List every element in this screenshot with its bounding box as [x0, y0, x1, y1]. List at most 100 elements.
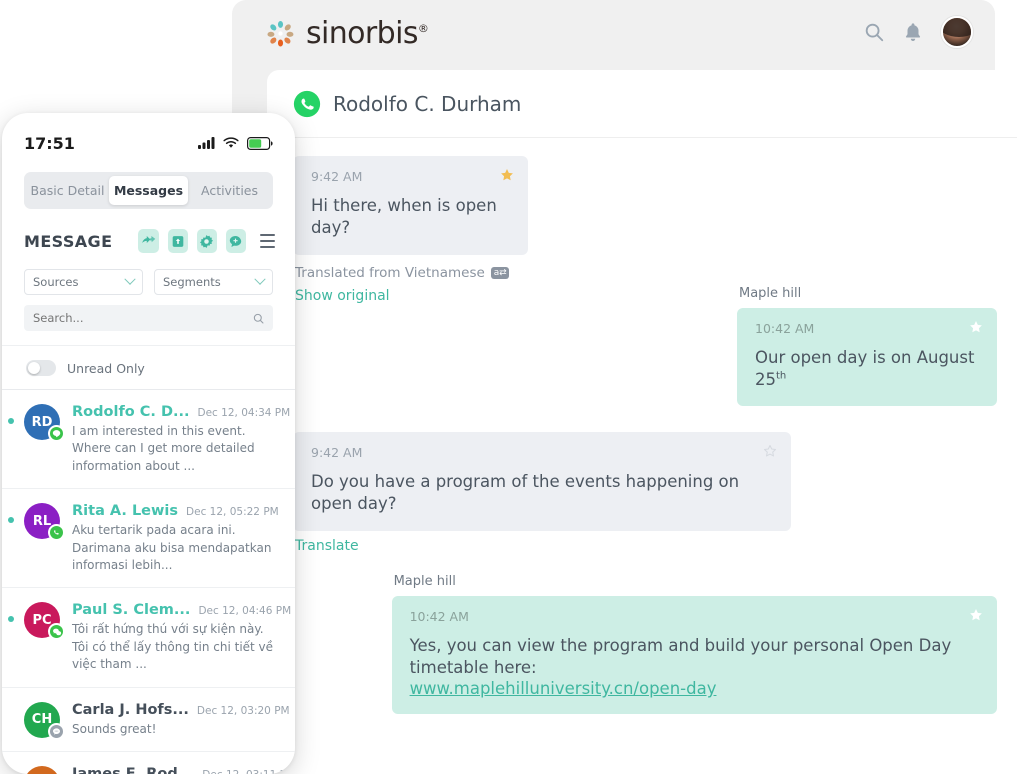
star-filled-icon[interactable]	[500, 168, 514, 182]
screenshot-root: sinorbis® Rodolfo C. Durham 9:42 AM Hi t…	[0, 0, 1017, 774]
list-item[interactable]: JR James E. Rod... Dec 12, 03:11 PM	[2, 752, 295, 774]
list-item-content: Paul S. Clem... Dec 12, 04:46 PM Tôi rất…	[72, 602, 291, 673]
list-item-header: James E. Rod... Dec 12, 03:11 PM	[72, 765, 295, 774]
list-item[interactable]: CH Carla J. Hofs... Dec 12, 03:20 PM Sou…	[2, 688, 295, 752]
status-icons	[198, 136, 273, 150]
list-item-content: Rodolfo C. D... Dec 12, 04:34 PM I am in…	[72, 404, 290, 475]
search-input[interactable]	[33, 311, 237, 325]
message-text: Yes, you can view the program and build …	[409, 635, 952, 677]
message-time: 10:42 AM	[755, 320, 815, 336]
sources-dropdown[interactable]: Sources	[24, 269, 143, 295]
bell-icon[interactable]	[902, 21, 924, 43]
unread-only-row: Unread Only	[2, 345, 295, 389]
message-time: 9:42 AM	[311, 169, 363, 184]
message-block: Maple hill 10:42 AM Yes, you can view th…	[391, 573, 997, 715]
line-icon	[48, 425, 65, 442]
unread-only-toggle[interactable]	[26, 360, 56, 376]
user-avatar[interactable]	[941, 16, 973, 48]
header-actions	[863, 16, 973, 48]
list-item-header: Paul S. Clem... Dec 12, 04:46 PM	[72, 602, 291, 619]
contact-name: Carla J. Hofs...	[72, 701, 189, 718]
segments-dropdown[interactable]: Segments	[154, 269, 273, 295]
message-row: 9:42 AM Hi there, when is open day? Tran…	[293, 156, 997, 304]
hamburger-menu-icon[interactable]	[259, 234, 276, 248]
wifi-icon	[223, 137, 239, 148]
contact-name: James E. Rod...	[72, 765, 195, 774]
chat-icon	[48, 722, 65, 740]
tab-messages[interactable]: Messages	[109, 176, 188, 205]
chevron-down-icon	[254, 273, 266, 285]
message-date: Dec 12, 04:46 PM	[198, 605, 292, 618]
message-bubble-incoming: 9:42 AM Hi there, when is open day?	[293, 156, 528, 255]
chat-title-bar: Rodolfo C. Durham	[267, 70, 1017, 138]
message-text: Do you have a program of the events happ…	[311, 472, 740, 514]
chat-contact-name: Rodolfo C. Durham	[333, 91, 522, 116]
list-item[interactable]: RD Rodolfo C. D... Dec 12, 04:34 PM I am…	[2, 390, 295, 490]
app-header: sinorbis®	[232, 0, 995, 70]
message-bubble-outgoing: 10:42 AM Yes, you can view the program a…	[391, 595, 997, 715]
list-item-header: Rita A. Lewis Dec 12, 05:22 PM	[72, 503, 281, 519]
settings-icon[interactable]	[196, 229, 217, 253]
unread-indicator	[8, 517, 14, 524]
list-item-content: Rita A. Lewis Dec 12, 05:22 PM Aku terta…	[72, 503, 281, 574]
archive-icon[interactable]	[167, 229, 188, 253]
tab-basic-detail[interactable]: Basic Detail	[28, 176, 107, 205]
message-text: Hi there, when is open day?	[311, 196, 497, 238]
panel-title: MESSAGE	[24, 231, 113, 251]
app-panel: sinorbis® Rodolfo C. Durham 9:42 AM Hi t…	[232, 0, 1017, 723]
brand-name: sinorbis®	[306, 16, 429, 51]
list-item-content: James E. Rod... Dec 12, 03:11 PM	[72, 765, 295, 774]
message-text: Our open day is on August 25th	[755, 347, 975, 389]
message-date: Dec 12, 03:11 PM	[202, 769, 295, 774]
message-snippet: Aku tertarik pada acara ini. Darimana ak…	[72, 523, 272, 572]
open-day-link[interactable]: www.maplehilluniversity.cn/open-day	[410, 679, 717, 698]
avatar: RL	[24, 503, 65, 542]
mobile-preview-panel: 17:51 Basic Detail Messages Activities M…	[2, 113, 295, 774]
message-date: Dec 12, 05:22 PM	[186, 506, 279, 519]
search-icon	[253, 313, 264, 324]
contact-name: Rodolfo C. D...	[72, 404, 190, 420]
reply-all-icon[interactable]	[138, 229, 159, 253]
detail-tabs: Basic Detail Messages Activities	[24, 172, 273, 209]
whatsapp-icon	[48, 524, 65, 542]
star-filled-icon[interactable]	[969, 608, 983, 622]
list-item-header: Carla J. Hofs... Dec 12, 03:20 PM	[72, 701, 290, 718]
unread-indicator	[8, 616, 14, 623]
conversation-list: RD Rodolfo C. D... Dec 12, 04:34 PM I am…	[2, 389, 295, 774]
message-row: Maple hill 10:42 AM Yes, you can view th…	[293, 574, 997, 715]
avatar: RD	[24, 404, 65, 442]
new-chat-icon[interactable]	[225, 229, 246, 253]
brand-logo[interactable]: sinorbis®	[264, 16, 429, 51]
message-row: 9:42 AM Do you have a program of the eve…	[293, 432, 997, 554]
avatar: JR	[24, 765, 60, 774]
wechat-icon	[48, 623, 65, 641]
show-original-link[interactable]: Show original	[295, 288, 528, 304]
avatar: CH	[24, 701, 65, 740]
message-time: 9:42 AM	[311, 445, 363, 461]
message-bubble-incoming: 9:42 AM Do you have a program of the eve…	[293, 432, 791, 531]
message-bubble-outgoing: 10:42 AM Our open day is on August 25th	[737, 307, 997, 407]
star-filled-icon[interactable]	[969, 320, 983, 334]
tab-activities[interactable]: Activities	[190, 176, 269, 205]
status-time: 17:51	[24, 133, 75, 153]
whatsapp-icon	[293, 90, 321, 117]
sinorbis-logo-icon	[267, 20, 294, 47]
chat-message-list: 9:42 AM Hi there, when is open day? Tran…	[267, 138, 1017, 723]
message-block: Maple hill 10:42 AM Our open day is on A…	[737, 286, 997, 407]
search-box[interactable]	[24, 305, 273, 331]
message-date: Dec 12, 03:20 PM	[196, 704, 290, 717]
list-item[interactable]: RL Rita A. Lewis Dec 12, 05:22 PM Aku te…	[2, 489, 295, 589]
unread-only-label: Unread Only	[67, 360, 145, 376]
translate-chip-icon: a⇄	[490, 266, 510, 279]
cellular-icon	[198, 137, 215, 149]
search-icon[interactable]	[863, 21, 885, 43]
message-toolbar: MESSAGE	[2, 209, 295, 253]
list-item[interactable]: PC Paul S. Clem... Dec 12, 04:46 PM Tôi …	[2, 588, 295, 688]
translate-link[interactable]: Translate	[295, 538, 791, 554]
sources-dropdown-label: Sources	[33, 275, 79, 289]
message-date: Dec 12, 04:34 PM	[197, 407, 291, 419]
contact-name: Paul S. Clem...	[72, 602, 191, 619]
brand-registered-mark: ®	[417, 22, 429, 35]
message-sender: Maple hill	[393, 573, 456, 589]
star-outline-icon[interactable]	[763, 444, 777, 458]
